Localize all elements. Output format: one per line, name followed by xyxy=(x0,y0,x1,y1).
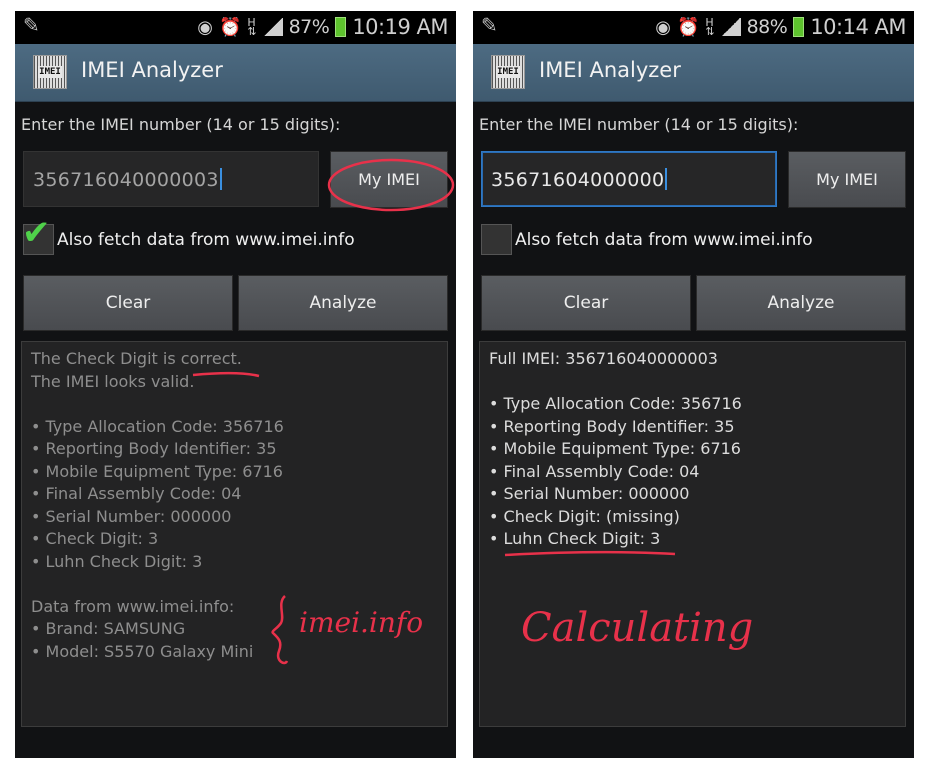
result-line: • Reporting Body Identifier: 35 xyxy=(31,439,277,458)
result-line: Data from www.imei.info: xyxy=(31,596,235,616)
pencil-icon: ✎ xyxy=(23,13,40,37)
alarm-icon: ⏰ xyxy=(676,16,700,38)
phone-screenshot-left: ✎ ◉ ⏰ H ⇅ 87% 10:19 AM IMEI IMEI Analyzer… xyxy=(15,11,456,758)
fetch-checkbox[interactable]: ✔ xyxy=(22,213,54,255)
app-title: IMEI Analyzer xyxy=(539,58,681,82)
clock: 10:14 AM xyxy=(810,15,906,39)
app-barcode-icon: IMEI xyxy=(33,55,67,89)
result-line: Full IMEI: 356716040000003 xyxy=(489,349,718,368)
imei-input[interactable]: 356716040000003 xyxy=(23,151,319,207)
result-line: • Serial Number: 000000 xyxy=(31,506,232,526)
text-caret xyxy=(665,168,668,190)
clear-button[interactable]: Clear xyxy=(23,275,233,331)
battery-percent: 88% xyxy=(746,16,788,38)
fetch-label: Also fetch data from www.imei.info xyxy=(515,229,813,250)
fetch-checkbox-row[interactable]: Also fetch data from www.imei.info xyxy=(481,224,813,255)
result-line: • Mobile Equipment Type: 6716 xyxy=(31,461,283,481)
fetch-label: Also fetch data from www.imei.info xyxy=(57,229,355,250)
result-line: The Check Digit is correct. xyxy=(31,349,242,368)
status-bar: ✎ ◉ ⏰ H ⇅ 88% 10:14 AM xyxy=(473,11,914,44)
result-line: • Final Assembly Code: 04 xyxy=(489,461,700,481)
result-line: • Check Digit: 3 xyxy=(31,529,159,548)
app-title: IMEI Analyzer xyxy=(81,58,223,82)
text-caret xyxy=(219,168,222,190)
result-line: • Serial Number: 000000 xyxy=(489,484,690,503)
result-line: • Type Allocation Code: 356716 xyxy=(31,416,284,436)
result-line: • Luhn Check Digit: 3 xyxy=(31,551,203,571)
imei-input[interactable]: 35671604000000 xyxy=(481,151,777,207)
imei-prompt: Enter the IMEI number (14 or 15 digits): xyxy=(479,115,799,134)
signal-icon xyxy=(262,18,283,36)
checkmark-icon: ✔ xyxy=(22,213,51,253)
battery-percent: 87% xyxy=(288,16,330,38)
result-line: • Final Assembly Code: 04 xyxy=(31,484,242,503)
hplus-data-icon: H ⇅ xyxy=(705,16,715,38)
battery-icon xyxy=(793,17,805,37)
my-imei-button[interactable]: My IMEI xyxy=(330,151,448,208)
result-spacer xyxy=(489,371,896,394)
fetch-checkbox-row[interactable]: ✔ Also fetch data from www.imei.info xyxy=(22,213,355,255)
result-line: The IMEI looks valid. xyxy=(31,371,195,391)
clear-button[interactable]: Clear xyxy=(481,275,691,331)
eye-icon: ◉ xyxy=(197,16,213,38)
result-spacer xyxy=(31,393,438,416)
clock: 10:19 AM xyxy=(352,15,448,39)
phone-screenshot-right: ✎ ◉ ⏰ H ⇅ 88% 10:14 AM IMEI IMEI Analyzer… xyxy=(473,11,914,758)
alarm-icon: ⏰ xyxy=(218,16,242,38)
result-line: • Brand: SAMSUNG xyxy=(31,619,186,638)
signal-icon xyxy=(720,18,741,36)
pencil-icon: ✎ xyxy=(481,13,498,37)
result-line: • Reporting Body Identifier: 35 xyxy=(489,416,735,436)
analyze-button[interactable]: Analyze xyxy=(696,275,906,331)
result-spacer xyxy=(31,573,438,596)
result-panel: Full IMEI: 356716040000003 • Type Allocat… xyxy=(479,341,906,727)
status-bar: ✎ ◉ ⏰ H ⇅ 87% 10:19 AM xyxy=(15,11,456,44)
imei-prompt: Enter the IMEI number (14 or 15 digits): xyxy=(21,115,341,134)
result-panel: The Check Digit is correct. The IMEI look… xyxy=(21,341,448,727)
analyze-button[interactable]: Analyze xyxy=(238,275,448,331)
eye-icon: ◉ xyxy=(655,16,671,38)
my-imei-button[interactable]: My IMEI xyxy=(788,151,906,208)
result-line: • Type Allocation Code: 356716 xyxy=(489,394,742,413)
result-line: • Luhn Check Digit: 3 xyxy=(489,529,661,548)
fetch-checkbox[interactable] xyxy=(481,224,512,255)
result-line: • Mobile Equipment Type: 6716 xyxy=(489,439,741,458)
hplus-data-icon: H ⇅ xyxy=(247,16,257,38)
result-line: • Model: S5570 Galaxy Mini xyxy=(31,641,254,661)
battery-icon xyxy=(335,17,347,37)
app-barcode-icon: IMEI xyxy=(491,55,525,89)
app-title-bar: IMEI IMEI Analyzer xyxy=(473,44,914,102)
result-line: • Check Digit: (missing) xyxy=(489,506,680,526)
app-title-bar: IMEI IMEI Analyzer xyxy=(15,44,456,102)
